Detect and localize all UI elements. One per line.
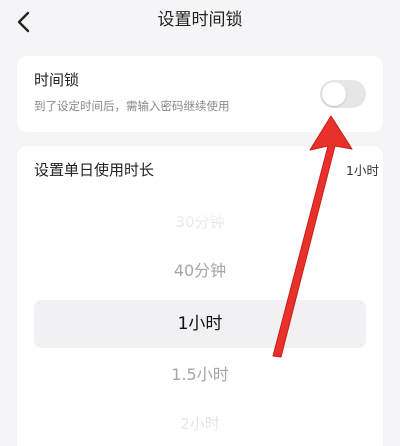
toggle-knob <box>322 82 346 106</box>
daily-duration-label: 设置单日使用时长 <box>34 161 155 179</box>
picker-option[interactable]: 2小时 <box>17 414 383 434</box>
picker-option[interactable]: 1.5小时 <box>17 364 383 386</box>
time-lock-card: 时间锁 到了设定时间后，需输入密码继续使用 <box>17 56 383 132</box>
time-lock-toggle[interactable] <box>320 80 366 108</box>
page-title: 设置时间锁 <box>157 10 243 30</box>
time-lock-description: 到了设定时间后，需输入密码继续使用 <box>34 99 230 113</box>
picker-option[interactable]: 40分钟 <box>17 260 383 282</box>
picker-option[interactable]: 30分钟 <box>17 212 383 232</box>
top-nav-bar: 设置时间锁 <box>0 0 400 44</box>
picker-option-selected[interactable]: 1小时 <box>17 312 383 336</box>
daily-duration-card: 设置单日使用时长 1小时 30分钟 40分钟 1小时 1.5小时 2小时 <box>17 146 383 446</box>
daily-duration-value: 1小时 <box>346 163 379 178</box>
time-lock-title: 时间锁 <box>34 71 80 89</box>
